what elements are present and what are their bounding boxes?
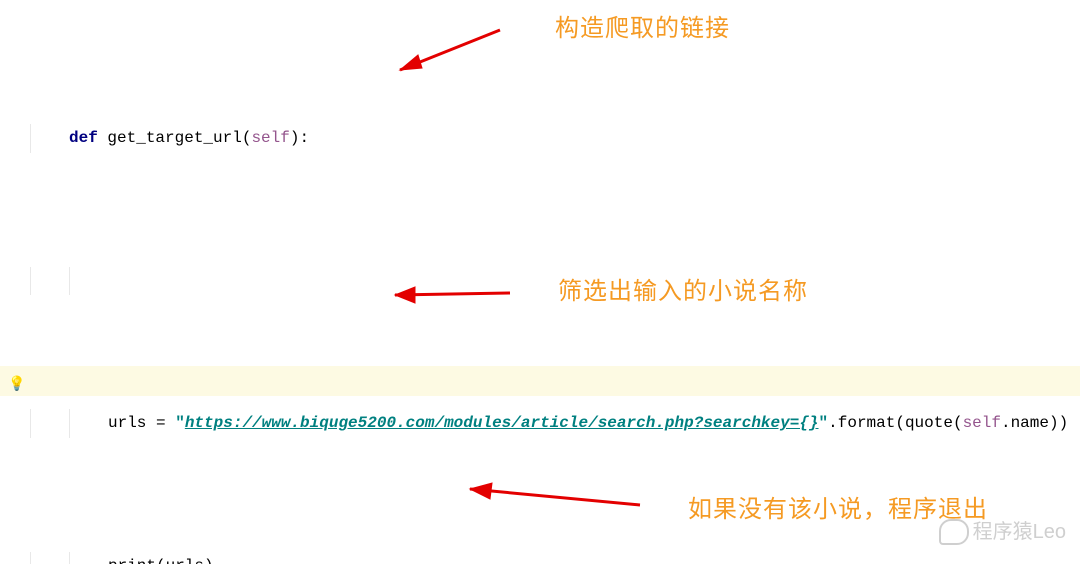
arrow-icon: [375, 275, 520, 315]
annotation-construct-url: 构造爬取的链接: [555, 15, 730, 44]
annotation-program-exit: 如果没有该小说，程序退出: [688, 496, 988, 525]
annotation-filter-novel-name: 筛选出输入的小说名称: [558, 278, 808, 307]
code-line: urls = "https://www.biquge5200.com/modul…: [30, 409, 1070, 438]
code-line: def get_target_url(self):: [30, 124, 1070, 153]
code-line: print(urls): [30, 552, 1070, 564]
code-line: [30, 267, 1070, 296]
arrow-icon: [380, 20, 510, 80]
suggestion-bulb-icon[interactable]: 💡: [8, 371, 24, 387]
arrow-icon: [450, 475, 650, 515]
